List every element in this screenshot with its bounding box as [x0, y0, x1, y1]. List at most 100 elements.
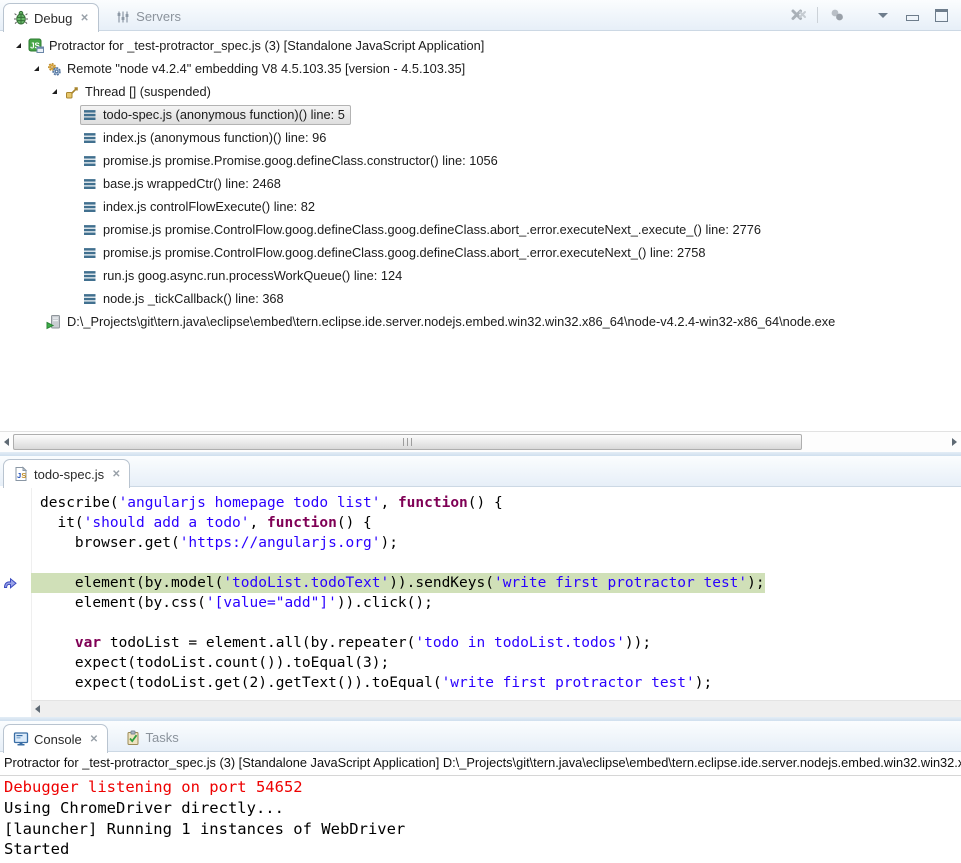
editor-tabbar: JS todo-spec.js ✕ [0, 456, 961, 487]
code-token: )).click(); [337, 595, 433, 611]
close-icon[interactable]: ✕ [112, 469, 120, 480]
code-token: expect(todoList.count()).toEqual(3); [40, 655, 389, 671]
code-line[interactable] [40, 613, 961, 633]
string-token: 'angularjs homepage todo list' [119, 495, 381, 511]
code-line[interactable]: var todoList = element.all(by.repeater('… [40, 633, 961, 653]
js-app-icon: JS [28, 38, 44, 54]
scrollbar-thumb[interactable] [13, 434, 802, 450]
tab-debug-label: Debug [34, 11, 72, 26]
debug-tree-node[interactable]: Thread [] (suspended) [0, 80, 961, 103]
tab-console[interactable]: Console ✕ [3, 724, 108, 753]
code-line[interactable]: describe('angularjs homepage todo list',… [40, 493, 961, 513]
code-token: ); [747, 575, 764, 591]
debug-horizontal-scrollbar[interactable] [0, 431, 961, 452]
code-token: it( [40, 515, 84, 531]
view-menu-icon[interactable] [873, 5, 893, 25]
debug-tree-node[interactable]: base.js wrappedCtr() line: 2468 [0, 172, 961, 195]
stack-frame-icon [82, 268, 98, 284]
code-line[interactable]: it('should add a todo', function() { [40, 513, 961, 533]
code-token: element(by.model( [40, 575, 223, 591]
servers-icon [115, 9, 131, 25]
debug-tree-node[interactable]: promise.js promise.ControlFlow.goog.defi… [0, 241, 961, 264]
tree-node-label: base.js wrappedCtr() line: 2468 [103, 176, 281, 191]
console-line-stdout: [launcher] Running 1 instances of WebDri… [4, 819, 961, 840]
tree-node-label: D:\_Projects\git\tern.java\eclipse\embed… [67, 314, 835, 329]
debug-tree-node[interactable]: index.js controlFlowExecute() line: 82 [0, 195, 961, 218]
tree-node-label: todo-spec.js (anonymous function)() line… [103, 107, 345, 122]
tree-node-label: run.js goog.async.run.processWorkQueue()… [103, 268, 402, 283]
debug-tree-node[interactable]: node.js _tickCallback() line: 368 [0, 287, 961, 310]
console-icon [13, 731, 29, 747]
string-token: '[value="add"]' [206, 595, 337, 611]
code-line[interactable]: element(by.css('[value="add"]')).click()… [40, 593, 961, 613]
stack-frame-icon [82, 291, 98, 307]
tree-node-label: index.js (anonymous function)() line: 96 [103, 130, 326, 145]
tab-todo-spec-js[interactable]: JS todo-spec.js ✕ [3, 459, 130, 488]
console-line-stdout: Using ChromeDriver directly... [4, 798, 961, 819]
code-token: , [250, 515, 267, 531]
keyword-token: function [267, 515, 337, 531]
code-token: browser.get( [40, 535, 180, 551]
close-icon[interactable]: ✕ [80, 13, 88, 24]
tasks-icon [125, 730, 141, 746]
expand-arrow-icon[interactable] [10, 43, 26, 48]
code-line-current[interactable]: element(by.model('todoList.todoText')).s… [40, 573, 961, 593]
minimize-icon[interactable] [902, 5, 922, 25]
thread-icon [64, 84, 80, 100]
keyword-token: function [398, 495, 468, 511]
code-line[interactable]: expect(todoList.count()).toEqual(3); [40, 653, 961, 673]
close-icon[interactable]: ✕ [90, 734, 98, 745]
tab-servers[interactable]: Servers [106, 3, 190, 30]
editor-tab-label: todo-spec.js [34, 467, 104, 482]
code-token: todoList = element.all(by.repeater( [101, 635, 415, 651]
tree-node-label: Thread [] (suspended) [85, 84, 211, 99]
maximize-icon[interactable] [931, 5, 951, 25]
tree-node-label: promise.js promise.ControlFlow.goog.defi… [103, 222, 761, 237]
editor-annotation-ruler[interactable] [0, 486, 32, 717]
code-editor[interactable]: describe('angularjs homepage todo list',… [31, 486, 961, 701]
string-token: 'todoList.todoText' [223, 575, 389, 591]
console-view: Console ✕ Tasks Protractor for _test-pro… [0, 721, 961, 863]
debug-launch-tree: JSProtractor for _test-protractor_spec.j… [0, 31, 961, 432]
tree-node-label: Remote "node v4.2.4" embedding V8 4.5.10… [67, 61, 465, 76]
debug-tree-node[interactable]: promise.js promise.Promise.goog.defineCl… [0, 149, 961, 172]
expand-arrow-icon[interactable] [46, 89, 62, 94]
code-line[interactable] [40, 553, 961, 573]
debug-tree-node[interactable]: index.js (anonymous function)() line: 96 [0, 126, 961, 149]
console-output[interactable]: Debugger listening on port 54652Using Ch… [0, 776, 961, 863]
scroll-left-arrow-icon[interactable] [4, 438, 9, 446]
debug-tree-node[interactable]: JSProtractor for _test-protractor_spec.j… [0, 34, 961, 57]
code-line[interactable]: expect(todoList.get(2).getText()).toEqua… [40, 673, 961, 693]
expand-arrow-icon[interactable] [28, 66, 44, 71]
toolbar-separator [817, 7, 818, 23]
scroll-left-arrow-icon[interactable] [35, 705, 40, 713]
keyword-token: var [75, 635, 101, 651]
debug-tree-node[interactable]: run.js goog.async.run.processWorkQueue()… [0, 264, 961, 287]
tree-node-label: index.js controlFlowExecute() line: 82 [103, 199, 315, 214]
code-token: expect(todoList.get(2).getText()).toEqua… [40, 675, 442, 691]
console-line-stderr: Debugger listening on port 54652 [4, 777, 961, 798]
debug-tree-node[interactable]: Remote "node v4.2.4" embedding V8 4.5.10… [0, 57, 961, 80]
code-line[interactable]: browser.get('https://angularjs.org'); [40, 533, 961, 553]
console-process-title: Protractor for _test-protractor_spec.js … [0, 752, 961, 776]
tab-debug[interactable]: Debug ✕ [3, 3, 99, 32]
debug-tree-node[interactable]: D:\_Projects\git\tern.java\eclipse\embed… [0, 310, 961, 333]
scroll-right-arrow-icon[interactable] [952, 438, 957, 446]
stack-frame-icon [82, 130, 98, 146]
tab-tasks-label: Tasks [146, 730, 179, 745]
remove-all-terminated-icon[interactable] [788, 5, 808, 25]
code-token: , [380, 495, 397, 511]
string-token: 'https://angularjs.org' [180, 535, 381, 551]
tab-console-label: Console [34, 732, 82, 747]
stack-frame-icon [82, 199, 98, 215]
tab-servers-label: Servers [136, 9, 181, 24]
stack-frame-icon [82, 107, 98, 123]
debug-options-icon[interactable] [827, 5, 847, 25]
js-file-icon: JS [13, 466, 29, 482]
process-icon [46, 314, 62, 330]
code-token: ); [695, 675, 712, 691]
debug-tree-node-selected[interactable]: todo-spec.js (anonymous function)() line… [0, 103, 961, 126]
editor-horizontal-scrollbar[interactable] [31, 700, 961, 717]
tab-tasks[interactable]: Tasks [116, 724, 188, 751]
debug-tree-node[interactable]: promise.js promise.ControlFlow.goog.defi… [0, 218, 961, 241]
